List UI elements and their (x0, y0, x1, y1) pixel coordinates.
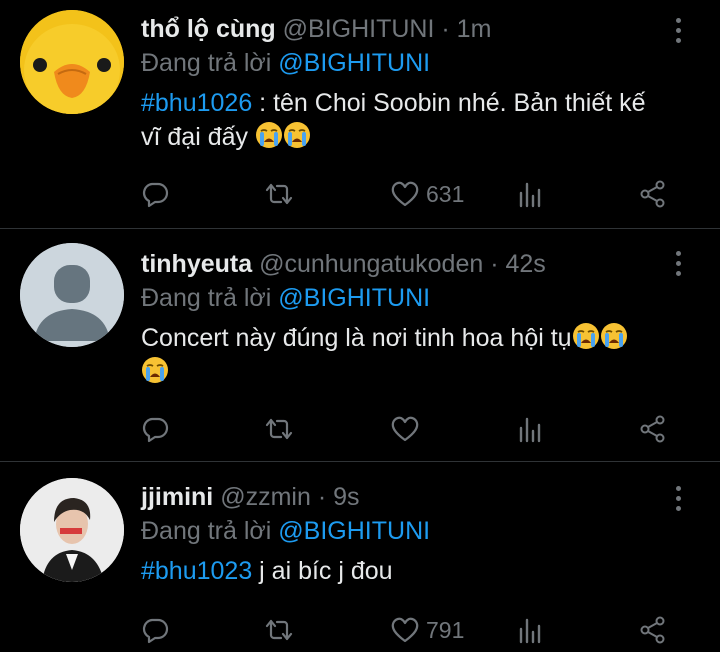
reply-button[interactable] (140, 613, 170, 647)
tweet-header: thổ lộ cùng @BIGHITUNI · 1m (141, 12, 660, 46)
retweet-button[interactable] (264, 613, 294, 647)
photo-avatar-image (20, 478, 124, 582)
user-handle[interactable]: @BIGHITUNI (283, 15, 435, 43)
share-icon (640, 616, 665, 644)
retweet-icon (265, 619, 293, 641)
reply-context: Đang trả lời @BIGHITUNI (141, 46, 660, 80)
like-button[interactable] (390, 412, 420, 446)
tweet-text: Concert này đúng là nơi tinh hoa hội tụ (141, 321, 660, 389)
reply-mention[interactable]: @BIGHITUNI (278, 49, 430, 77)
reply-icon (142, 417, 169, 443)
retweet-icon (265, 183, 293, 205)
views-icon (519, 417, 541, 443)
tweet-text-content: Concert này đúng là nơi tinh hoa hội tụ (141, 324, 572, 352)
tweet-actions (140, 412, 680, 446)
tweet[interactable]: jjimini @zzmin · 9s Đang trả lời @BIGHIT… (0, 462, 720, 652)
like-icon (391, 617, 419, 643)
crying-emoji (571, 322, 600, 350)
crying-emoji (141, 356, 169, 384)
default-avatar-image (20, 243, 124, 347)
tweet-actions: 791 (140, 613, 680, 647)
retweet-icon (265, 418, 293, 440)
share-button[interactable] (638, 177, 668, 211)
like-button[interactable]: 631 (390, 177, 464, 211)
crying-emoji (599, 322, 628, 350)
display-name[interactable]: tinhyeuta (141, 250, 252, 278)
reply-mention[interactable]: @BIGHITUNI (278, 517, 430, 545)
like-icon (391, 416, 419, 442)
hashtag[interactable]: #bhu1026 (141, 89, 252, 117)
like-icon (391, 181, 419, 207)
hashtag[interactable]: #bhu1023 (141, 557, 252, 585)
reply-button[interactable] (140, 177, 170, 211)
views-icon (519, 618, 541, 644)
retweet-button[interactable] (264, 177, 294, 211)
tweet[interactable]: thổ lộ cùng @BIGHITUNI · 1m Đang trả lời… (0, 0, 720, 228)
share-button[interactable] (638, 412, 668, 446)
separator-dot: · (317, 483, 327, 511)
crying-emoji (283, 121, 311, 149)
views-button[interactable] (516, 177, 546, 211)
more-icon[interactable] (672, 18, 684, 48)
retweet-button[interactable] (264, 412, 294, 446)
crying-emoji (255, 121, 283, 149)
share-icon (640, 180, 665, 208)
like-button[interactable]: 791 (390, 613, 464, 647)
duck-avatar[interactable] (20, 10, 124, 114)
views-icon (519, 182, 541, 208)
display-name[interactable]: thổ lộ cùng (141, 15, 276, 43)
more-icon[interactable] (672, 486, 684, 516)
user-handle[interactable]: @zzmin (220, 483, 311, 511)
share-button[interactable] (638, 613, 668, 647)
share-icon (640, 415, 665, 443)
reply-icon (142, 618, 169, 644)
reply-prefix: Đang trả lời (141, 517, 272, 545)
views-button[interactable] (516, 613, 546, 647)
timestamp[interactable]: 1m (457, 15, 492, 43)
reply-mention[interactable]: @BIGHITUNI (278, 284, 430, 312)
photo-avatar[interactable] (20, 478, 124, 582)
default-avatar[interactable] (20, 243, 124, 347)
reply-context: Đang trả lời @BIGHITUNI (141, 514, 660, 548)
tweet-header: jjimini @zzmin · 9s (141, 480, 660, 514)
tweet-text: #bhu1026 : tên Choi Soobin nhé. Bản thiế… (141, 86, 660, 154)
separator-dot: · (441, 15, 450, 43)
reply-icon (142, 182, 169, 208)
timestamp[interactable]: 42s (505, 250, 545, 278)
tweet-text: #bhu1023 j ai bíc j đou (141, 554, 660, 588)
reply-prefix: Đang trả lời (141, 284, 272, 312)
timestamp[interactable]: 9s (333, 483, 359, 511)
views-button[interactable] (516, 412, 546, 446)
display-name[interactable]: jjimini (141, 483, 213, 511)
reply-context: Đang trả lời @BIGHITUNI (141, 281, 660, 315)
reply-button[interactable] (140, 412, 170, 446)
like-count: 631 (426, 180, 465, 207)
like-count: 791 (426, 616, 465, 643)
tweet-actions: 631 (140, 177, 680, 211)
reply-prefix: Đang trả lời (141, 49, 272, 77)
tweet-text-content: j ai bíc j đou (252, 557, 393, 585)
user-handle[interactable]: @cunhungatukoden (259, 250, 483, 278)
tweet-header: tinhyeuta @cunhungatukoden · 42s (141, 247, 660, 281)
separator-dot: · (490, 250, 499, 278)
duck-avatar-image (20, 10, 124, 114)
more-icon[interactable] (672, 251, 684, 281)
tweet[interactable]: tinhyeuta @cunhungatukoden · 42s Đang tr… (0, 229, 720, 461)
